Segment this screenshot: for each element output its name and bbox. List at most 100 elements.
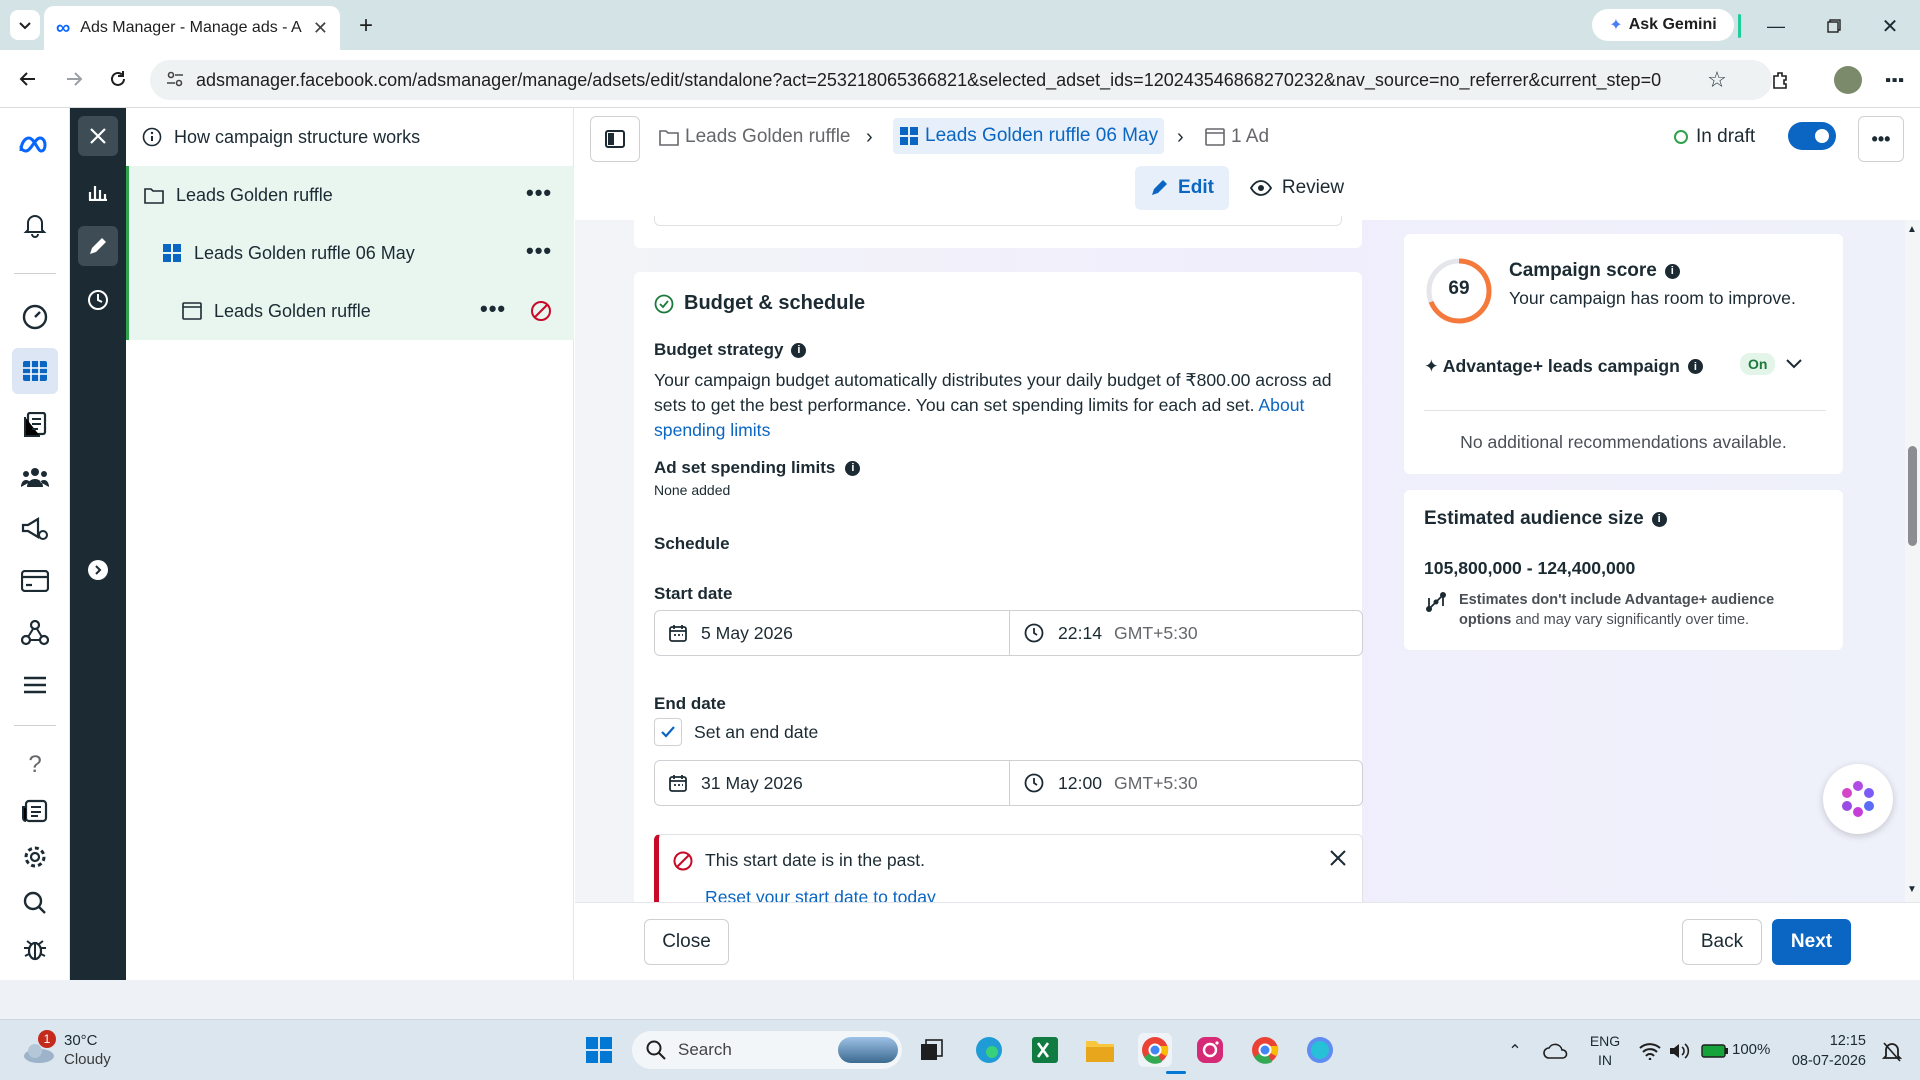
chrome-icon[interactable] <box>1138 1033 1172 1067</box>
volume-icon[interactable] <box>1668 1040 1692 1062</box>
expand-rail-icon[interactable] <box>88 560 108 580</box>
active-tab[interactable]: ∞ Ads Manager - Manage ads - A ✕ <box>44 6 340 50</box>
clock[interactable]: 12:15 08-07-2026 <box>1786 1031 1866 1071</box>
edit-tab[interactable]: Edit <box>1135 166 1229 210</box>
campaign-more-icon[interactable]: ••• <box>526 180 552 206</box>
toggle-tree-button[interactable] <box>590 116 640 162</box>
news-icon[interactable] <box>18 794 52 828</box>
back-arrow-icon[interactable] <box>14 65 42 93</box>
info-icon[interactable]: i <box>1651 511 1667 527</box>
tree-campaign-row[interactable]: Leads Golden ruffle ••• <box>126 166 574 224</box>
ad-more-icon[interactable]: ••• <box>480 296 506 322</box>
back-button[interactable]: Back <box>1682 919 1762 965</box>
breadcrumb-ad[interactable]: 1 Ad <box>1205 126 1269 148</box>
browser-menu-icon[interactable]: ⋮ <box>1882 65 1907 95</box>
ask-gemini-button[interactable]: ✦ Ask Gemini <box>1592 9 1734 41</box>
draft-status-icon <box>1674 130 1688 144</box>
start-time-input[interactable]: 22:14 GMT+5:30 <box>1009 610 1363 656</box>
close-button[interactable]: Close <box>644 919 729 965</box>
set-end-date-checkbox[interactable] <box>654 718 682 746</box>
onedrive-cloud-icon[interactable] <box>1542 1040 1570 1062</box>
adset-more-icon[interactable]: ••• <box>526 238 552 264</box>
tree-ad-row[interactable]: Leads Golden ruffle ••• <box>126 282 574 340</box>
chevron-down-icon[interactable] <box>1786 358 1802 370</box>
weather-widget[interactable]: 1 30°C Cloudy <box>20 1030 140 1070</box>
scrollbar-thumb[interactable] <box>1908 446 1917 546</box>
extensions-icon[interactable] <box>1766 65 1796 95</box>
end-date-input[interactable]: 31 May 2026 <box>654 760 1010 806</box>
instagram-icon[interactable] <box>1193 1033 1227 1067</box>
advertising-settings-icon[interactable] <box>18 512 52 546</box>
breadcrumb-adset[interactable]: Leads Golden ruffle 06 May <box>893 118 1165 154</box>
meta-logo-icon[interactable] <box>18 128 52 162</box>
charts-icon[interactable] <box>78 172 118 212</box>
windows-start-icon[interactable] <box>582 1033 616 1067</box>
advantage-row[interactable]: ✦ Advantage+ leads campaign i <box>1424 356 1703 377</box>
canva-icon[interactable] <box>1303 1033 1337 1067</box>
tab-close-icon[interactable]: ✕ <box>313 18 328 39</box>
url-field[interactable]: adsmanager.facebook.com/adsmanager/manag… <box>150 60 1772 100</box>
site-info-icon[interactable] <box>166 70 184 93</box>
billing-card-icon[interactable] <box>18 564 52 598</box>
breadcrumb-campaign[interactable]: Leads Golden ruffle <box>659 126 851 148</box>
new-tab-icon[interactable]: + <box>352 12 380 40</box>
all-tools-menu-icon[interactable] <box>18 668 52 702</box>
campaigns-table-icon[interactable] <box>12 348 58 394</box>
tab-search-button[interactable] <box>10 10 40 40</box>
minimize-icon[interactable]: — <box>1762 12 1790 40</box>
chrome-profile-icon[interactable] <box>1248 1033 1282 1067</box>
edit-pencil-icon[interactable] <box>78 226 118 266</box>
history-clock-icon[interactable] <box>78 280 118 320</box>
next-button[interactable]: Next <box>1772 919 1851 965</box>
campaign-toggle[interactable] <box>1788 122 1836 150</box>
scroll-down-icon[interactable]: ▼ <box>1907 884 1917 895</box>
end-time-input[interactable]: 12:00 GMT+5:30 <box>1009 760 1363 806</box>
info-icon[interactable]: i <box>845 460 861 476</box>
audiences-people-icon[interactable] <box>18 460 52 494</box>
close-panel-icon[interactable] <box>78 116 118 156</box>
report-bug-icon[interactable] <box>18 932 52 966</box>
help-question-icon[interactable]: ? <box>18 748 52 782</box>
search-icon[interactable] <box>18 886 52 920</box>
start-date-input[interactable]: 5 May 2026 <box>654 610 1010 656</box>
forward-arrow-icon[interactable] <box>60 65 88 93</box>
temperature: 30°C <box>64 1032 98 1049</box>
restore-icon[interactable] <box>1820 12 1848 40</box>
review-tab-label: Review <box>1281 177 1345 198</box>
review-tab[interactable]: Review <box>1247 166 1347 210</box>
wifi-icon[interactable] <box>1638 1040 1662 1062</box>
start-timezone: GMT+5:30 <box>1114 622 1198 643</box>
more-options-button[interactable]: ••• <box>1858 116 1904 162</box>
info-icon[interactable]: i <box>1664 263 1680 279</box>
close-icon[interactable] <box>1329 849 1347 867</box>
tree-adset-row[interactable]: Leads Golden ruffle 06 May ••• <box>126 224 574 282</box>
campaign-structure-help-link[interactable]: How campaign structure works <box>126 108 574 166</box>
reports-document-icon[interactable] <box>18 408 52 442</box>
events-manager-icon[interactable] <box>18 616 52 650</box>
editor-tools-rail <box>70 108 126 980</box>
info-icon[interactable]: i <box>791 342 807 358</box>
language-indicator[interactable]: ENG IN <box>1589 1032 1621 1070</box>
profile-avatar[interactable] <box>1834 66 1862 94</box>
show-hidden-icons-chevron[interactable]: ⌃ <box>1504 1040 1526 1062</box>
set-end-date-checkbox-row[interactable]: Set an end date <box>654 718 818 746</box>
taskbar-search-box[interactable]: Search <box>632 1031 902 1069</box>
main-scrollbar[interactable]: ▲ ▼ <box>1905 220 1920 902</box>
bookmark-star-icon[interactable]: ☆ <box>1702 65 1732 95</box>
edge-browser-icon[interactable] <box>972 1033 1006 1067</box>
ai-assistant-button[interactable] <box>1823 764 1893 834</box>
notifications-icon[interactable] <box>1880 1040 1904 1064</box>
excel-icon[interactable] <box>1028 1033 1062 1067</box>
scroll-up-icon[interactable]: ▲ <box>1907 224 1917 235</box>
file-explorer-icon[interactable] <box>1083 1033 1117 1067</box>
settings-gear-icon[interactable] <box>18 840 52 874</box>
task-view-icon[interactable] <box>915 1033 949 1067</box>
reload-icon[interactable] <box>104 65 132 93</box>
notifications-bell-icon[interactable] <box>18 208 52 242</box>
gemini-divider <box>1738 14 1741 38</box>
info-icon[interactable]: i <box>1687 359 1703 374</box>
tree-adset-label: Leads Golden ruffle 06 May <box>194 242 415 263</box>
dashboard-gauge-icon[interactable] <box>18 300 52 334</box>
battery-icon[interactable] <box>1700 1040 1730 1062</box>
window-close-icon[interactable]: ✕ <box>1876 12 1904 40</box>
